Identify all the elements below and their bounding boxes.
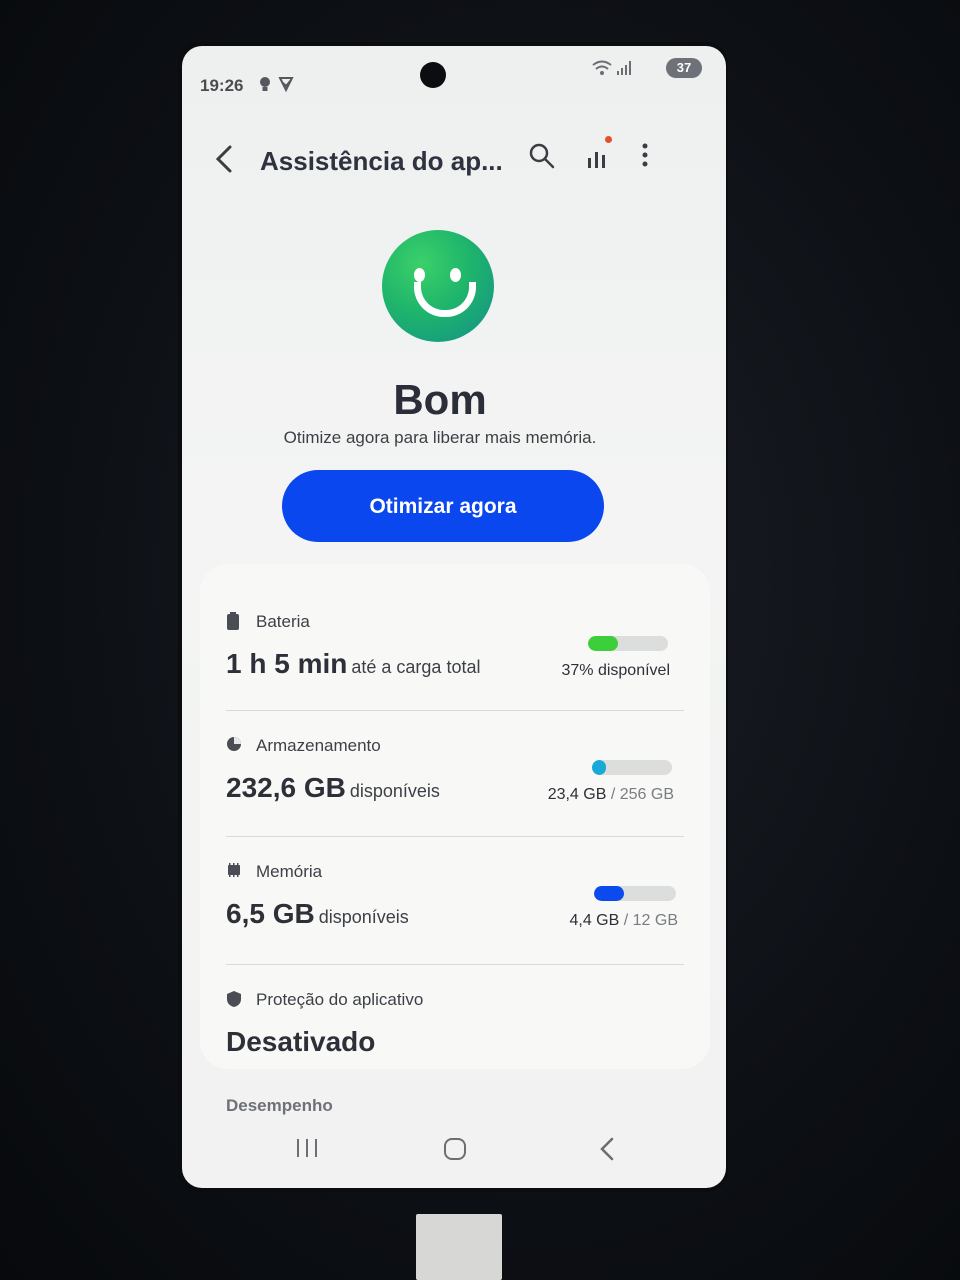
recent-apps-icon[interactable] xyxy=(294,1136,320,1167)
back-nav-icon[interactable] xyxy=(598,1136,616,1169)
performance-stats-icon[interactable] xyxy=(586,142,612,177)
battery-value: 1 h 5 min até a carga total xyxy=(226,648,481,679)
divider xyxy=(226,836,684,837)
battery-level-fill xyxy=(588,636,618,651)
notification-dot xyxy=(605,136,612,143)
notification-check-icon xyxy=(278,76,294,96)
device-care-card: Bateria 1 h 5 min até a carga total 37% d… xyxy=(200,564,710,1069)
status-time: 19:26 xyxy=(200,76,244,95)
shield-icon xyxy=(226,990,241,1007)
search-icon[interactable] xyxy=(528,142,556,177)
battery-indicator: 37 xyxy=(666,58,702,78)
app-protection-value: Desativado xyxy=(226,1026,376,1057)
phone-screen: 19:26 37 Assistência do ap... Bom Otimiz… xyxy=(182,46,726,1188)
performance-section-header: Desempenho xyxy=(226,1096,333,1115)
divider xyxy=(226,710,684,711)
wifi-icon xyxy=(592,60,612,79)
front-camera xyxy=(420,62,446,88)
app-bar: Assistência do ap... xyxy=(182,132,726,188)
storage-value: 232,6 GB disponíveis xyxy=(226,772,440,803)
status-bar: 19:26 37 xyxy=(182,46,726,116)
storage-pie-icon xyxy=(226,736,241,752)
page-title: Assistência do ap... xyxy=(260,146,503,176)
app-protection-label: Proteção do aplicativo xyxy=(256,990,424,1009)
battery-label: Bateria xyxy=(256,612,310,631)
memory-label: Memória xyxy=(256,862,323,881)
battery-row[interactable]: Bateria 1 h 5 min até a carga total 37% d… xyxy=(200,598,710,724)
battery-level-bar xyxy=(588,636,668,651)
battery-available-text: 37% disponível xyxy=(561,662,670,679)
memory-value: 6,5 GB disponíveis xyxy=(226,898,409,929)
storage-usage-fill xyxy=(592,760,607,775)
more-options-icon[interactable] xyxy=(640,142,650,177)
signal-icon xyxy=(616,60,632,79)
optimize-now-button[interactable]: Otimizar agora xyxy=(282,470,604,542)
device-status-subtitle: Otimize agora para liberar mais memória. xyxy=(283,428,597,447)
storage-row[interactable]: Armazenamento 232,6 GB disponíveis 23,4 G… xyxy=(200,722,710,848)
memory-usage-bar xyxy=(594,886,676,901)
device-status-word: Bom xyxy=(393,376,487,423)
notification-bulb-icon xyxy=(258,76,272,98)
navigation-bar xyxy=(182,1118,726,1188)
status-smiley-icon xyxy=(382,230,494,342)
divider xyxy=(226,964,684,965)
app-protection-row[interactable]: Proteção do aplicativo Desativado xyxy=(200,976,710,1102)
memory-chip-icon xyxy=(226,862,240,878)
battery-icon xyxy=(226,612,240,630)
charging-cable xyxy=(416,1214,502,1280)
storage-usage-bar xyxy=(592,760,672,775)
storage-usage-text: 23,4 GB / 256 GB xyxy=(547,786,674,803)
memory-usage-fill xyxy=(594,886,625,901)
home-icon[interactable] xyxy=(442,1136,468,1169)
storage-label: Armazenamento xyxy=(256,736,381,755)
memory-usage-text: 4,4 GB / 12 GB xyxy=(569,912,678,929)
memory-row[interactable]: Memória 6,5 GB disponíveis 4,4 GB / 12 GB xyxy=(200,848,710,974)
back-arrow-icon[interactable] xyxy=(214,144,234,179)
